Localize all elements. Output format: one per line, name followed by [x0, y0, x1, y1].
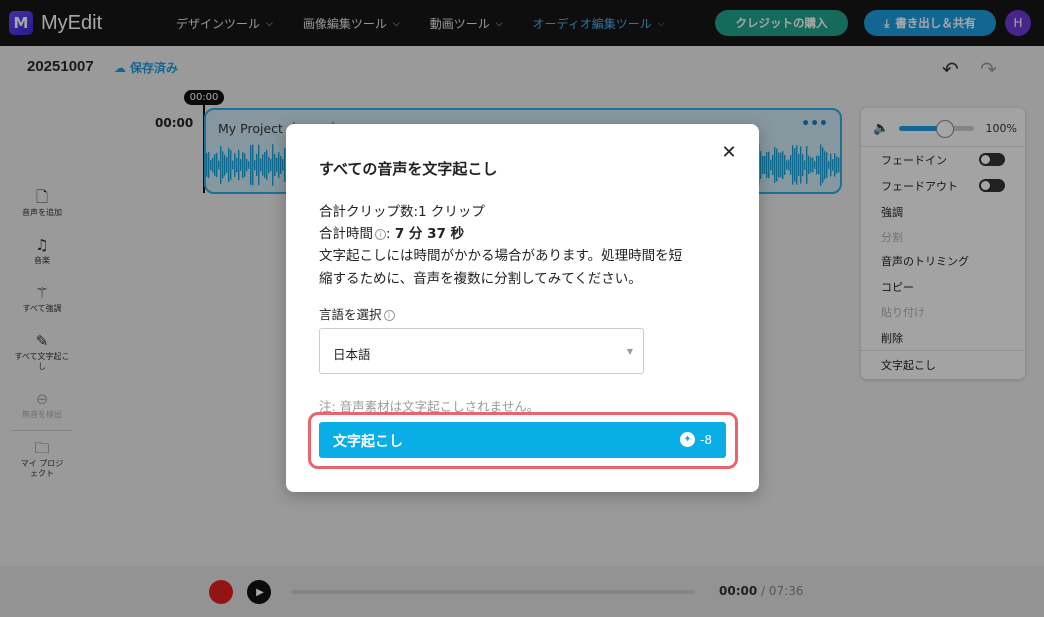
duration-label: 合計時間: [319, 226, 373, 242]
transcribe-button-label: 文字起こし: [333, 434, 403, 450]
language-label: 言語を選択 i: [319, 304, 395, 323]
warning-line-2: 縮するために、音声を複数に分割してみてください。: [319, 271, 642, 287]
close-icon[interactable]: ✕: [720, 144, 738, 162]
transcribe-button[interactable]: 文字起こし ✦ -8: [319, 422, 726, 458]
credit-icon: ✦: [680, 432, 696, 447]
info-icon[interactable]: i: [375, 228, 386, 240]
total-duration: 合計時間 i: 7 分 37 秒: [319, 226, 465, 242]
clip-count: 合計クリップ数:1 クリップ: [319, 204, 485, 220]
dialog-title: すべての音声を文字起こし: [319, 160, 498, 178]
credit-cost: ✦ -8: [680, 432, 712, 447]
language-select[interactable]: 日本語 ▼: [319, 328, 644, 374]
warning-line-1: 文字起こしには時間がかかる場合があります。処理時間を短: [319, 248, 683, 264]
info-icon[interactable]: i: [383, 310, 395, 321]
transcribe-dialog: すべての音声を文字起こし ✕ 合計クリップ数:1 クリップ 合計時間 i: 7 分…: [286, 124, 759, 492]
language-label-text: 言語を選択: [319, 307, 382, 322]
duration-value: 7 分 37 秒: [394, 226, 465, 242]
caret-down-icon: ▼: [626, 347, 633, 356]
credit-cost-value: -8: [700, 432, 712, 447]
language-select-value: 日本語: [333, 347, 371, 362]
